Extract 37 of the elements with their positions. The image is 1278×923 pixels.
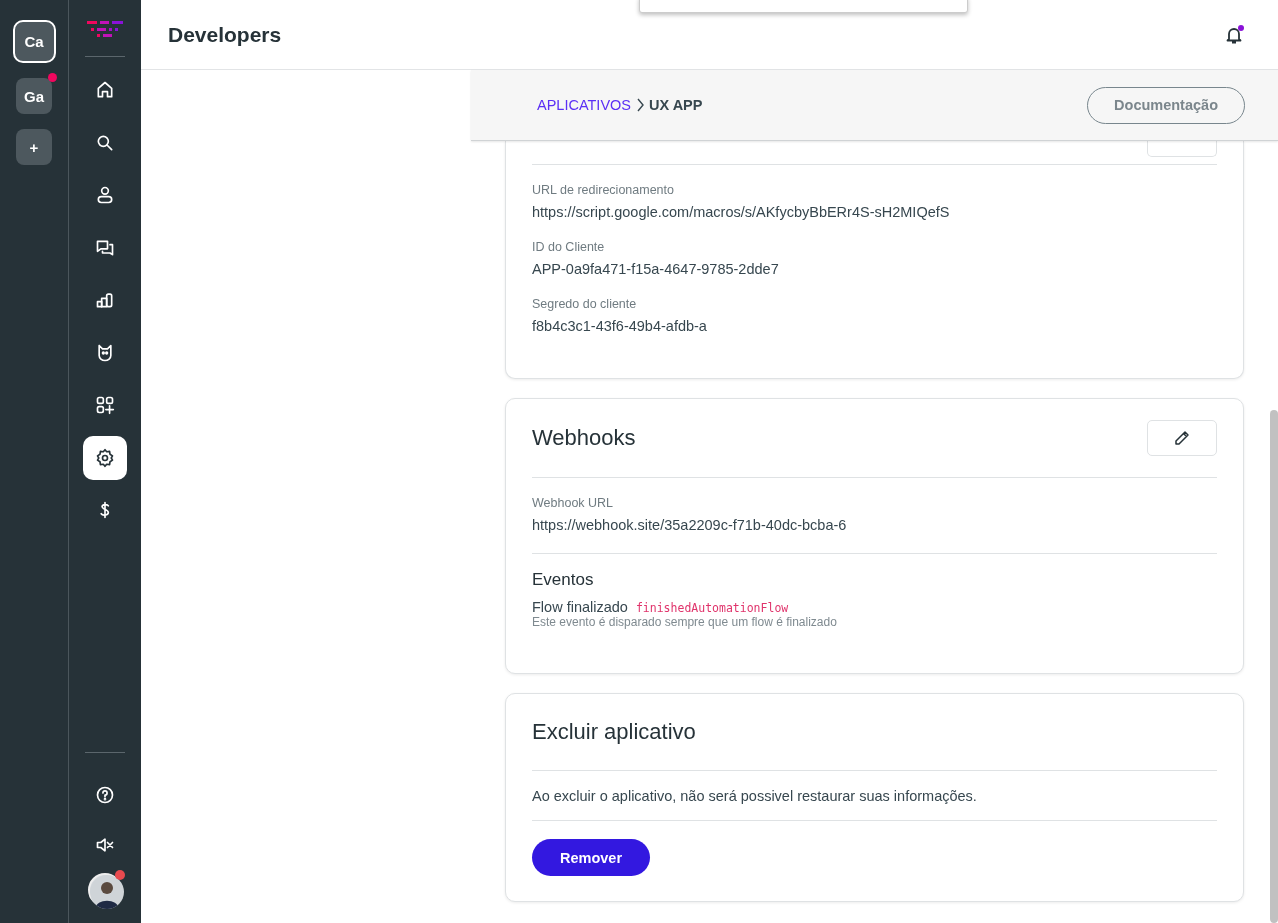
- apps-add-icon: [95, 395, 115, 415]
- home-icon: [95, 80, 115, 100]
- user-avatar[interactable]: [88, 873, 122, 907]
- page-title: Developers: [168, 22, 282, 47]
- card-title: Excluir aplicativo: [532, 719, 696, 745]
- field-label: ID do Cliente: [532, 239, 606, 255]
- breadcrumb-link[interactable]: APLICATIVOS: [537, 97, 631, 113]
- section-title: Eventos: [532, 570, 595, 590]
- field-value: https://webhook.site/35a2209c-f71b-40dc-bcba-6: [532, 516, 848, 535]
- workspace-button[interactable]: Ca: [12, 20, 56, 63]
- warning-text: Ao excluir o aplicativo, não será possivel restaurar suas informações.: [532, 771, 1217, 821]
- nav-button[interactable]: [83, 435, 127, 480]
- workspace-button[interactable]: Ga: [16, 78, 52, 114]
- person-icon: [95, 185, 115, 205]
- bot-icon: [95, 342, 115, 363]
- logo-icon: [87, 20, 123, 40]
- event-code: finishedAutomationFlow: [635, 601, 789, 615]
- help-icon: [95, 785, 115, 805]
- chevron-icon: [635, 98, 645, 112]
- settings-icon: [95, 447, 115, 468]
- field-value: https://script.google.com/macros/s/AKfycbyBbERr4S-sH2MIQefS: [532, 203, 951, 222]
- breadcrumb-current: UX APP: [649, 97, 703, 113]
- field-value: f8b4c3c1-43f6-49b4-afdb-a: [532, 317, 708, 336]
- field-label: Segredo do cliente: [532, 296, 638, 312]
- card-title: Webhooks: [532, 425, 636, 451]
- scrollbar[interactable]: [1270, 410, 1278, 923]
- pencil-icon: [1174, 430, 1190, 446]
- event-description: Este evento é disparado sempre que um flow é finalizado: [532, 615, 838, 629]
- chart-icon: [95, 290, 115, 310]
- field-value: APP-0a9fa471-f15a-4647-9785-2dde7: [532, 260, 780, 279]
- event-name: Flow finalizado: [532, 599, 628, 615]
- workspace-button[interactable]: +: [16, 129, 52, 165]
- notification-bell-icon[interactable]: [1224, 24, 1244, 45]
- remove-button[interactable]: Remover: [532, 839, 651, 876]
- field-label: Webhook URL: [532, 495, 615, 511]
- edit-button[interactable]: [1147, 420, 1217, 456]
- field-label: URL de redirecionamento: [532, 182, 675, 198]
